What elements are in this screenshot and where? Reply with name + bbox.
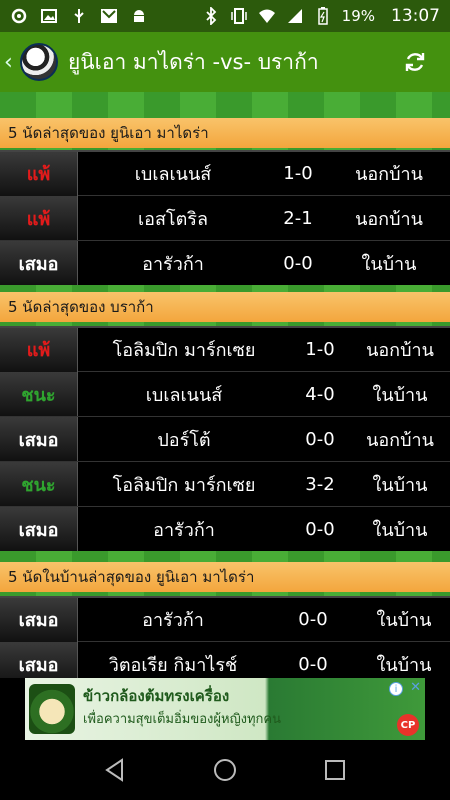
opponent-team: โอลิมปิก มาร์กเซย (112, 340, 256, 361)
opponent-team: ปอร์โต้ (157, 429, 211, 451)
record-icon (10, 7, 28, 25)
result-badge: เสมอ (0, 597, 78, 642)
navigation-bar (0, 740, 450, 800)
app-logo[interactable] (20, 43, 58, 81)
match-venue: ในบ้าน (372, 519, 428, 541)
vibrate-icon (230, 7, 248, 25)
ad-close-icon[interactable]: ✕ (410, 680, 421, 695)
result-badge: เสมอ (0, 642, 78, 678)
match-score: 0-0 (305, 428, 335, 450)
opponent-team: เบเลเนนส์ (134, 164, 212, 185)
table-row[interactable]: เสมอ วิตอเรีย กิมาไรช์ 0-0 ในบ้าน (0, 641, 450, 678)
bluetooth-icon (202, 7, 220, 25)
opponent-team: วิตอเรีย กิมาไรช์ (108, 654, 238, 676)
battery-level: 19% (341, 7, 375, 25)
ad-tagline: เพื่อความสุขเต็มอิ่มของผู้หญิงทุกคน (83, 712, 282, 727)
match-venue: ในบ้าน (372, 384, 428, 406)
status-bar: 19% 13:07 (0, 0, 450, 32)
match-venue: นอกบ้าน (355, 164, 423, 185)
match-score: 1-0 (305, 339, 335, 360)
table-row[interactable]: แพ้ เอสโตริล 2-1 นอกบ้าน (0, 195, 450, 240)
match-score: 1-0 (283, 163, 313, 184)
ad-product-image (29, 684, 75, 734)
opponent-team: อารัวก้า (153, 519, 215, 541)
back-chevron-icon[interactable]: ‹ (4, 50, 18, 75)
result-badge: ชนะ (0, 372, 78, 416)
match-score: 0-0 (305, 518, 335, 540)
result-badge: เสมอ (0, 417, 78, 461)
match-score: 3-2 (305, 473, 335, 495)
match-venue: ในบ้าน (361, 253, 417, 275)
section-heading: 5 นัดล่าสุดของ บราก้า (0, 292, 450, 322)
results-table: แพ้ เบเลเนนส์ 1-0 นอกบ้าน แพ้ เอสโตริล 2… (0, 150, 450, 285)
section-heading: 5 นัดล่าสุดของ ยูนิเอา มาไดร่า (0, 118, 450, 148)
results-table: เสมอ อารัวก้า 0-0 ในบ้าน เสมอ วิตอเรีย ก… (0, 596, 450, 678)
match-venue: ในบ้าน (376, 610, 432, 631)
clock: 13:07 (391, 6, 440, 26)
wifi-icon (258, 7, 276, 25)
table-row[interactable]: เสมอ ปอร์โต้ 0-0 นอกบ้าน (0, 416, 450, 461)
battery-icon (314, 7, 332, 25)
android-icon (130, 7, 148, 25)
opponent-team: โอลิมปิก มาร์กเซย (112, 474, 256, 496)
ad-banner[interactable]: ข้าวกล้องต้มทรงเครื่อง เพื่อความสุขเต็มอ… (25, 678, 425, 740)
match-venue: ในบ้าน (372, 474, 428, 496)
result-badge: แพ้ (0, 196, 78, 240)
result-badge: ชนะ (0, 462, 78, 506)
table-row[interactable]: ชนะ เบเลเนนส์ 4-0 ในบ้าน (0, 371, 450, 416)
back-icon[interactable] (95, 750, 135, 790)
recents-icon[interactable] (315, 750, 355, 790)
match-venue: นอกบ้าน (366, 429, 434, 451)
usb-icon (70, 7, 88, 25)
ad-brand-badge: CP (397, 714, 419, 736)
match-venue: ในบ้าน (376, 654, 432, 676)
gmail-icon (100, 7, 118, 25)
table-row[interactable]: เสมอ อารัวก้า 0-0 ในบ้าน (0, 240, 450, 285)
refresh-icon[interactable] (402, 49, 428, 75)
result-badge: แพ้ (0, 151, 78, 196)
table-row[interactable]: เสมอ อารัวก้า 0-0 ในบ้าน (0, 506, 450, 551)
opponent-team: อารัวก้า (142, 610, 204, 631)
opponent-team: เอสโตริล (137, 208, 208, 230)
opponent-team: เบเลเนนส์ (145, 384, 223, 406)
match-venue: นอกบ้าน (366, 340, 434, 361)
table-row[interactable]: ชนะ โอลิมปิก มาร์กเซย 3-2 ในบ้าน (0, 461, 450, 506)
result-badge: เสมอ (0, 241, 78, 285)
result-badge: เสมอ (0, 507, 78, 551)
home-icon[interactable] (205, 750, 245, 790)
app-bar: ‹ ยูนิเอา มาไดร่า -vs- บราก้า (0, 32, 450, 92)
match-score: 2-1 (283, 207, 313, 229)
table-row[interactable]: แพ้ เบเลเนนส์ 1-0 นอกบ้าน (0, 150, 450, 196)
signal-icon (286, 7, 304, 25)
ad-info-icon[interactable]: i (389, 682, 403, 696)
opponent-team: อารัวก้า (142, 253, 204, 275)
result-badge: แพ้ (0, 327, 78, 372)
section-heading: 5 นัดในบ้านล่าสุดของ ยูนิเอา มาไดร่า (0, 562, 450, 592)
match-score: 0-0 (298, 609, 328, 630)
table-row[interactable]: เสมอ อารัวก้า 0-0 ในบ้าน (0, 596, 450, 642)
ad-headline: ข้าวกล้องต้มทรงเครื่อง (83, 687, 230, 705)
match-score: 0-0 (298, 653, 328, 675)
match-venue: นอกบ้าน (355, 208, 423, 230)
page-title: ยูนิเอา มาไดร่า -vs- บราก้า (68, 49, 319, 74)
results-table: แพ้ โอลิมปิก มาร์กเซย 1-0 นอกบ้าน ชนะ เบ… (0, 326, 450, 551)
match-score: 0-0 (283, 252, 313, 274)
image-icon (40, 7, 58, 25)
table-row[interactable]: แพ้ โอลิมปิก มาร์กเซย 1-0 นอกบ้าน (0, 326, 450, 372)
match-score: 4-0 (305, 383, 335, 405)
